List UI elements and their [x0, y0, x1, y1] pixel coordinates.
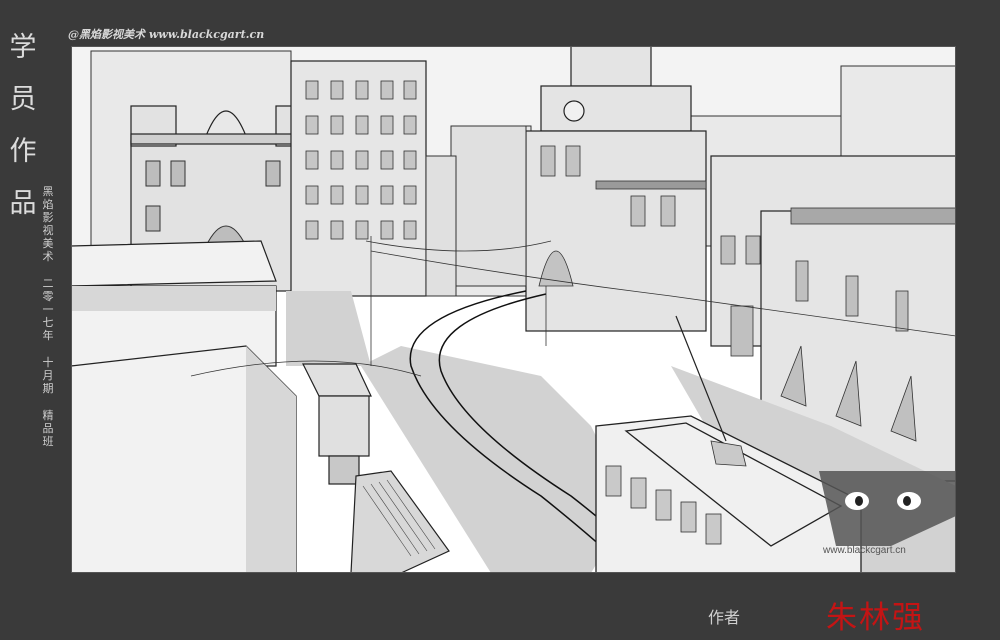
subtitle-school: 黑焰影视美术	[42, 185, 54, 263]
author-label: 作者	[708, 608, 741, 627]
street-sketch-drawing: www.blackcgart.cn	[71, 46, 956, 573]
subtitle-year: 二零一七年	[42, 277, 54, 342]
left-title: 学员作品	[9, 32, 37, 219]
left-subtitle-group: 黑焰影视美术 二零一七年 十月期 精品班	[42, 185, 54, 448]
clock-icon	[563, 100, 585, 122]
subtitle-term: 十月期	[42, 356, 54, 395]
author-name: 朱林强	[826, 600, 925, 636]
artwork-canvas: www.blackcgart.cn	[71, 46, 956, 573]
subtitle-class: 精品班	[42, 409, 54, 448]
top-credit: @黑焰影视美术 www.blackcgart.cn	[68, 28, 265, 41]
watermark-text: www.blackcgart.cn	[822, 545, 906, 556]
